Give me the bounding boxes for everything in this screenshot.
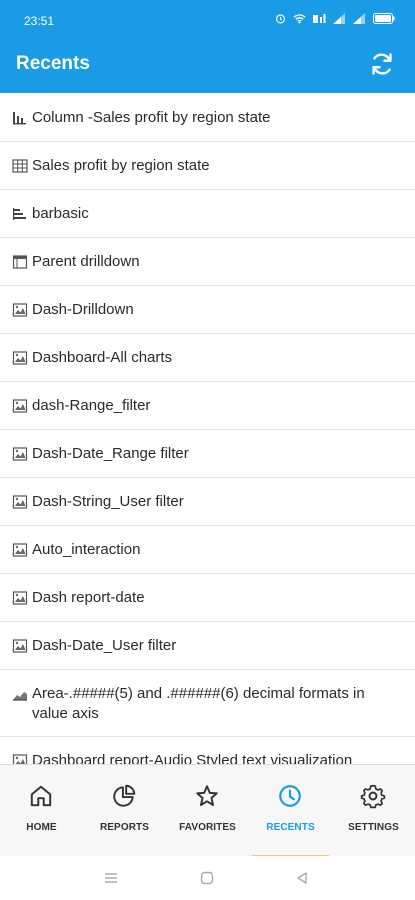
back-icon[interactable]	[295, 871, 309, 885]
dashboard-icon	[12, 495, 28, 509]
clock-icon	[279, 785, 301, 807]
list-item-label: Dash-String_User filter	[32, 493, 184, 510]
dashboard-icon	[12, 399, 28, 413]
list-item-label: Dashboard-All charts	[32, 349, 173, 366]
gear-icon	[360, 784, 386, 809]
bottom-navigation: HOME REPORTS FAVORITES RECENTS SETTINGS	[0, 764, 415, 857]
nav-home-label: HOME	[26, 822, 57, 833]
recents-list: Column -Sales profit by region state Sal…	[0, 94, 415, 764]
nav-recents[interactable]: RECENTS	[249, 765, 332, 857]
page-title: Recents	[16, 53, 90, 74]
list-item-label: Column -Sales profit by region state	[32, 109, 271, 126]
list-item[interactable]: dash-Range_filter	[0, 382, 415, 430]
list-item[interactable]: Auto_interaction	[0, 526, 415, 574]
list-item-label: Dash-Date_Range filter	[32, 445, 189, 462]
list-item-label: Dash report-date	[32, 589, 145, 606]
list-item-label: Area-.#####(5) and .######(6) decimal fo…	[32, 685, 365, 722]
list-item[interactable]: Dashboard report-Audio Styled text visua…	[0, 737, 415, 764]
area-chart-icon	[13, 692, 27, 701]
nav-recents-label: RECENTS	[266, 822, 315, 833]
nav-settings-label: SETTINGS	[348, 822, 399, 833]
nav-reports-label: REPORTS	[99, 822, 150, 833]
dashboard-icon	[12, 591, 28, 605]
list-item-label: dash-Range_filter	[32, 397, 151, 414]
refresh-icon[interactable]	[369, 51, 395, 77]
dashboard-icon	[12, 447, 28, 461]
alarm-icon	[275, 14, 286, 24]
signal-icon-2	[353, 13, 365, 24]
list-item-label: Auto_interaction	[32, 541, 141, 558]
dashboard-icon	[12, 754, 28, 764]
dashboard-icon	[12, 303, 28, 317]
menu-icon[interactable]	[104, 871, 118, 885]
table-icon	[12, 159, 28, 173]
list-item[interactable]: barbasic	[0, 190, 415, 238]
list-item-label: Dash-Drilldown	[32, 301, 134, 318]
list-item-label: Sales profit by region state	[32, 157, 210, 174]
volte-icon	[313, 14, 326, 23]
bar-chart-icon	[13, 208, 26, 220]
list-item[interactable]: Column -Sales profit by region state	[0, 94, 415, 142]
list-item[interactable]: Sales profit by region state	[0, 142, 415, 190]
list-item[interactable]: Dash-Date_User filter	[0, 622, 415, 670]
dashboard-icon	[12, 351, 28, 365]
list-item[interactable]: Dash-Drilldown	[0, 286, 415, 334]
system-navigation-bar	[0, 856, 415, 900]
list-item-label: Dash-Date_User filter	[32, 637, 177, 654]
signal-icon	[333, 13, 345, 24]
status-icons	[275, 13, 395, 24]
pie-chart-icon	[113, 784, 136, 807]
column-chart-icon	[13, 112, 26, 125]
list-item[interactable]: Dashboard-All charts	[0, 334, 415, 382]
nav-favorites-label: FAVORITES	[179, 822, 236, 833]
list-item[interactable]: Parent drilldown	[0, 238, 415, 286]
app-bar: Recents	[0, 40, 415, 93]
star-icon	[196, 785, 218, 806]
list-item[interactable]: Dash-String_User filter	[0, 478, 415, 526]
wifi-icon	[293, 14, 306, 24]
dashboard-icon	[12, 543, 28, 557]
status-time: 23:51	[24, 14, 55, 28]
dashboard-icon	[12, 639, 28, 653]
home-button-icon[interactable]	[200, 871, 214, 885]
list-item[interactable]: Area-.#####(5) and .######(6) decimal fo…	[0, 670, 415, 737]
crosstab-icon	[12, 255, 28, 269]
list-item-label: Parent drilldown	[32, 253, 140, 270]
nav-settings[interactable]: SETTINGS	[332, 765, 415, 857]
list-item[interactable]: Dash report-date	[0, 574, 415, 622]
status-bar: 23:51	[0, 0, 415, 40]
home-icon	[30, 785, 52, 807]
nav-reports[interactable]: REPORTS	[83, 765, 166, 857]
nav-favorites[interactable]: FAVORITES	[166, 765, 249, 857]
list-item[interactable]: Dash-Date_Range filter	[0, 430, 415, 478]
battery-icon	[373, 13, 395, 24]
list-item-label: Dashboard report-Audio Styled text visua…	[32, 752, 353, 764]
list-item-label: barbasic	[32, 205, 89, 222]
nav-home[interactable]: HOME	[0, 765, 83, 857]
